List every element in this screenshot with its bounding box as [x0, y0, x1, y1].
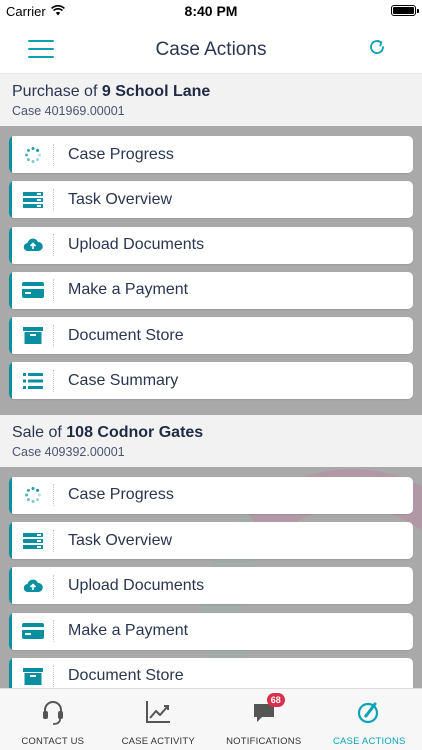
action-label: Case Progress — [68, 145, 174, 163]
action-upload-documents-button[interactable]: Upload Documents — [9, 226, 413, 264]
refresh-icon[interactable] — [368, 38, 386, 56]
action-label: Make a Payment — [68, 281, 189, 299]
credit-card-icon — [22, 623, 44, 640]
action-task-overview-button[interactable]: Task Overview — [9, 522, 413, 560]
action-label: Document Store — [68, 667, 184, 685]
action-list: Case Progress Task Overview Upload Documen… — [0, 126, 422, 415]
battery-icon — [391, 5, 419, 16]
case-title: Sale of 108 Codnor Gates — [12, 423, 410, 443]
case-reference: Case 409392.00001 — [12, 444, 125, 459]
trend-chart-icon — [143, 697, 173, 727]
action-label: Upload Documents — [68, 236, 205, 254]
tab-label: NOTIFICATIONS — [226, 736, 302, 747]
task-list-icon — [22, 532, 44, 549]
status-time: 8:40 PM — [184, 3, 238, 19]
action-label: Document Store — [68, 326, 184, 344]
tab-case-activity[interactable]: CASE ACTIVITY — [106, 689, 212, 750]
case-section: Purchase of 9 School Lane Case 401969.000… — [0, 74, 422, 415]
cloud-upload-icon — [22, 578, 44, 594]
action-label: Task Overview — [68, 190, 173, 208]
case-type: Sale of — [12, 423, 62, 441]
tab-notifications[interactable]: 68 NOTIFICATIONS — [211, 689, 317, 750]
action-document-store-button[interactable]: Document Store — [9, 317, 413, 355]
divider — [53, 279, 54, 302]
divider — [53, 143, 54, 166]
progress-spinner-icon — [22, 146, 44, 163]
case-actions-list[interactable]: Purchase of 9 School Lane Case 401969.000… — [0, 74, 422, 688]
action-make-a-payment-button[interactable]: Make a Payment — [9, 612, 413, 650]
divider — [53, 369, 54, 392]
action-make-a-payment-button[interactable]: Make a Payment — [9, 271, 413, 309]
action-document-store-button[interactable]: Document Store — [9, 657, 413, 688]
tab-bar: CONTACT US CASE ACTIVITY 68 NOTIFICATION… — [0, 688, 422, 750]
task-list-icon — [22, 191, 44, 208]
action-label: Case Progress — [68, 486, 174, 504]
divider — [53, 620, 54, 643]
case-reference: Case 401969.00001 — [12, 104, 125, 118]
case-section: Sale of 108 Codnor Gates Case 409392.0000… — [0, 414, 422, 688]
tab-contact-us[interactable]: CONTACT US — [0, 689, 106, 750]
case-address: 9 School Lane — [101, 83, 211, 100]
action-list: Case Progress Task Overview Upload Documen… — [0, 467, 422, 688]
headset-icon — [38, 697, 68, 727]
divider — [53, 529, 54, 552]
page-title: Case Actions — [155, 39, 267, 60]
case-header: Sale of 108 Codnor Gates Case 409392.0000… — [0, 414, 422, 467]
divider — [53, 324, 54, 347]
status-bar: Carrier 8:40 PM — [0, 0, 422, 22]
tab-label: CASE ACTIONS — [332, 736, 406, 747]
action-case-progress-button[interactable]: Case Progress — [9, 136, 413, 173]
divider — [53, 574, 54, 597]
navigation-bar: Case Actions — [0, 22, 422, 74]
archive-box-icon — [22, 327, 44, 345]
notification-badge: 68 — [266, 693, 285, 707]
divider — [53, 234, 54, 257]
divider — [53, 665, 54, 688]
archive-box-icon — [22, 667, 44, 685]
tab-label: CONTACT US — [21, 736, 85, 747]
case-title: Purchase of 9 School Lane — [12, 82, 410, 102]
action-label: Make a Payment — [68, 622, 189, 640]
divider — [53, 188, 54, 211]
cloud-upload-icon — [22, 237, 44, 253]
tab-label: CASE ACTIVITY — [121, 736, 195, 747]
list-icon — [22, 372, 44, 389]
action-upload-documents-button[interactable]: Upload Documents — [9, 567, 413, 605]
tab-case-actions[interactable]: CASE ACTIONS — [317, 689, 422, 750]
progress-spinner-icon — [22, 487, 44, 504]
action-case-summary-button[interactable]: Case Summary — [9, 362, 413, 400]
case-type: Purchase of — [12, 83, 98, 100]
chat-bubble-icon: 68 — [249, 693, 285, 727]
edit-pencil-icon — [354, 697, 384, 727]
action-case-progress-button[interactable]: Case Progress — [9, 476, 413, 514]
case-header: Purchase of 9 School Lane Case 401969.000… — [0, 74, 422, 126]
action-task-overview-button[interactable]: Task Overview — [9, 181, 413, 219]
action-label: Upload Documents — [68, 576, 205, 594]
action-label: Case Summary — [68, 371, 179, 389]
action-label: Task Overview — [68, 531, 173, 549]
case-address: 108 Codnor Gates — [66, 423, 204, 441]
credit-card-icon — [22, 282, 44, 299]
divider — [53, 484, 54, 507]
